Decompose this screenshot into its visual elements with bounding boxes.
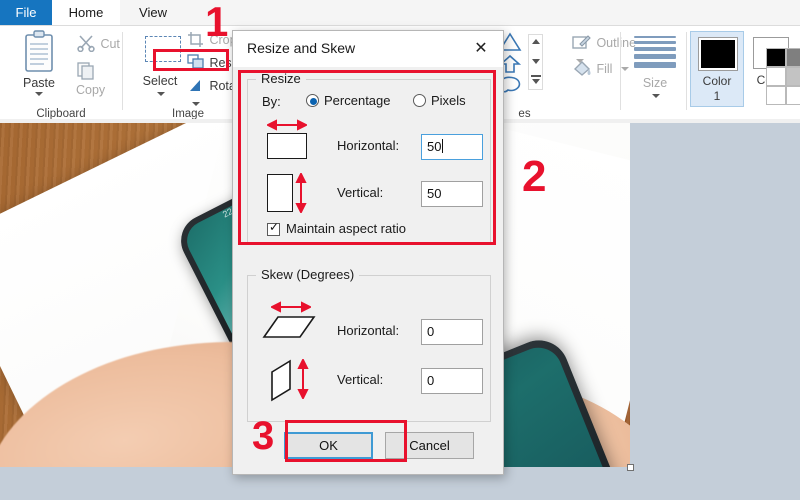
shapes-more-icon[interactable]: [532, 79, 540, 84]
skew-fieldset: Skew (Degrees) Horizontal: 0 Vertical: 0: [247, 267, 491, 422]
size-line-3: [634, 47, 676, 51]
skew-legend: Skew (Degrees): [256, 267, 360, 282]
skew-horizontal-label: Horizontal:: [337, 323, 400, 338]
rotate-dropdown-caret-icon[interactable]: [192, 102, 200, 106]
palette-swatch-silver[interactable]: [786, 67, 800, 86]
palette-swatch-white-1[interactable]: [766, 67, 786, 86]
size-line-5: [634, 62, 676, 68]
color-palette[interactable]: [766, 48, 800, 105]
tab-home[interactable]: Home: [52, 0, 120, 26]
paint-bucket-icon: [573, 61, 591, 76]
outline-pencil-icon: [572, 35, 591, 49]
palette-swatch-white-2[interactable]: [766, 86, 786, 105]
skew-vertical-label: Vertical:: [337, 372, 384, 387]
copy-label: Copy: [76, 83, 106, 97]
paste-label: Paste: [23, 76, 55, 90]
palette-swatch-grey[interactable]: [786, 48, 800, 67]
ribbon-group-clipboard: Paste Cut Copy Clipboard: [0, 26, 122, 122]
dialog-title: Resize and Skew: [247, 40, 356, 56]
size-button[interactable]: Size: [624, 30, 686, 98]
shapes-more-bar-icon[interactable]: [531, 75, 541, 77]
crop-icon: [188, 32, 203, 47]
select-dropdown-caret-icon[interactable]: [157, 92, 165, 96]
annotation-step-3: 3: [252, 414, 275, 458]
color-1-swatch: [698, 37, 738, 71]
size-line-4: [634, 54, 676, 59]
copy-button[interactable]: Copy: [76, 62, 122, 99]
copy-icon: [77, 62, 94, 80]
skew-horizontal-arrow-icon: [271, 301, 311, 313]
cut-label: Cut: [100, 37, 120, 51]
shapes-scroll-down-icon[interactable]: [532, 59, 540, 64]
color-1-label: Color: [702, 74, 732, 88]
skew-horizontal-input[interactable]: 0: [421, 319, 483, 345]
color-1-number: 1: [713, 89, 721, 103]
dialog-titlebar[interactable]: Resize and Skew ✕: [233, 31, 503, 67]
skew-horizontal-glyph: [262, 316, 316, 338]
tab-file[interactable]: File: [0, 0, 52, 26]
skew-vertical-value: 0: [427, 373, 435, 388]
annotation-box-resize: [153, 49, 229, 71]
fill-label: Fill: [596, 62, 613, 76]
color-1-button[interactable]: Color 1: [690, 31, 744, 107]
annotation-box-ok: [285, 420, 407, 462]
tab-strip-filler: [186, 0, 800, 26]
group-separator-4: [686, 32, 687, 110]
cut-button[interactable]: Cut: [76, 34, 120, 53]
paste-button[interactable]: Paste: [8, 30, 70, 98]
skew-vertical-arrow-icon: [297, 359, 309, 399]
ribbon-group-shapes: es: [495, 26, 570, 122]
tab-view[interactable]: View: [120, 0, 186, 26]
annotation-box-resize-panel: [238, 70, 496, 245]
size-line-2: [634, 41, 676, 44]
clipboard-icon: [25, 30, 53, 72]
rotate-icon: [190, 80, 200, 91]
paste-dropdown-caret-icon[interactable]: [35, 92, 43, 96]
size-label: Size: [642, 76, 668, 90]
canvas-resize-handle[interactable]: [627, 464, 634, 471]
skew-horizontal-value: 0: [427, 324, 435, 339]
annotation-step-1: 1: [205, 0, 229, 45]
skew-vertical-input[interactable]: 0: [421, 368, 483, 394]
tab-strip: File Home View: [0, 0, 800, 26]
shapes-scrollbar[interactable]: [528, 34, 543, 90]
shapes-scroll-up-icon[interactable]: [532, 39, 540, 44]
select-label: Select: [142, 74, 178, 88]
annotation-step-2: 2: [522, 152, 547, 201]
size-dropdown-caret-icon[interactable]: [652, 94, 660, 98]
scissors-icon: [77, 35, 95, 53]
palette-swatch-white-3[interactable]: [786, 86, 800, 105]
palette-swatch-black[interactable]: [766, 48, 786, 67]
close-icon[interactable]: ✕: [467, 37, 495, 61]
group-separator-3: [620, 32, 621, 110]
size-line-1: [634, 36, 676, 38]
